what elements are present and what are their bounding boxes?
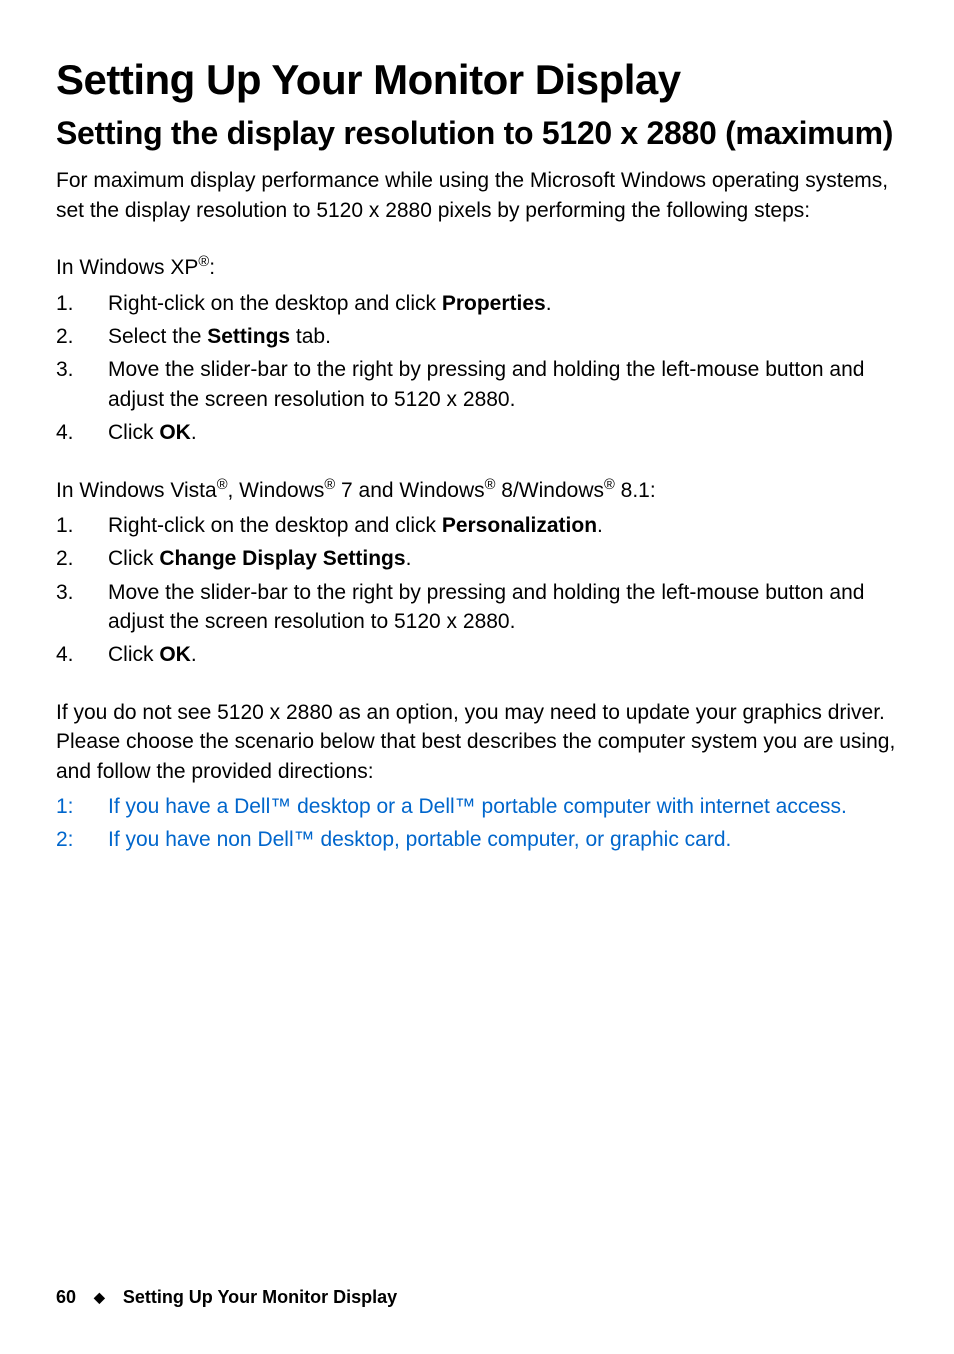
scenario-link-item: 2: If you have non Dell™ desktop, portabl… (56, 825, 898, 854)
list-item: 4.Click OK. (56, 418, 898, 447)
registered-mark: ® (324, 477, 335, 493)
scenario-link-item: 1: If you have a Dell™ desktop or a Dell™… (56, 792, 898, 821)
registered-mark: ® (604, 477, 615, 493)
link-number: 2: (56, 825, 74, 854)
step-number: 2. (56, 544, 96, 573)
section-b-steps: 1.Right-click on the desktop and click P… (56, 511, 898, 670)
list-item: 3.Move the slider-bar to the right by pr… (56, 578, 898, 637)
section-a-label: In Windows XP®: (56, 253, 898, 282)
diamond-icon: ◆ (94, 1289, 105, 1306)
page-footer: 60 ◆ Setting Up Your Monitor Display (56, 1287, 397, 1308)
registered-mark: ® (217, 477, 228, 493)
bold-text: Change Display Settings (159, 547, 405, 570)
scenario-link[interactable]: If you have non Dell™ desktop, portable … (108, 828, 731, 851)
step-number: 1. (56, 511, 96, 540)
intro-paragraph: For maximum display performance while us… (56, 166, 898, 225)
registered-mark: ® (485, 477, 496, 493)
bold-text: OK (159, 643, 191, 666)
bold-text: Settings (207, 325, 290, 348)
step-number: 4. (56, 418, 96, 447)
page-title: Setting Up Your Monitor Display (56, 56, 898, 104)
step-number: 2. (56, 322, 96, 351)
list-item: 1.Right-click on the desktop and click P… (56, 289, 898, 318)
step-number: 3. (56, 355, 96, 384)
scenario-link[interactable]: If you have a Dell™ desktop or a Dell™ p… (108, 795, 847, 818)
page-number: 60 (56, 1287, 76, 1308)
list-item: 1.Right-click on the desktop and click P… (56, 511, 898, 540)
list-item: 2.Click Change Display Settings. (56, 544, 898, 573)
step-number: 3. (56, 578, 96, 607)
link-number: 1: (56, 792, 74, 821)
driver-note: If you do not see 5120 x 2880 as an opti… (56, 698, 898, 786)
section-a-steps: 1.Right-click on the desktop and click P… (56, 289, 898, 448)
section-b-label: In Windows Vista®, Windows® 7 and Window… (56, 476, 898, 505)
bold-text: Personalization (442, 514, 597, 537)
list-item: 2.Select the Settings tab. (56, 322, 898, 351)
scenario-links: 1: If you have a Dell™ desktop or a Dell™… (56, 792, 898, 855)
list-item: 4.Click OK. (56, 640, 898, 669)
footer-label: Setting Up Your Monitor Display (123, 1287, 397, 1308)
bold-text: OK (159, 421, 191, 444)
step-number: 4. (56, 640, 96, 669)
step-number: 1. (56, 289, 96, 318)
section-heading: Setting the display resolution to 5120 x… (56, 114, 898, 152)
bold-text: Properties (442, 292, 546, 315)
list-item: 3.Move the slider-bar to the right by pr… (56, 355, 898, 414)
